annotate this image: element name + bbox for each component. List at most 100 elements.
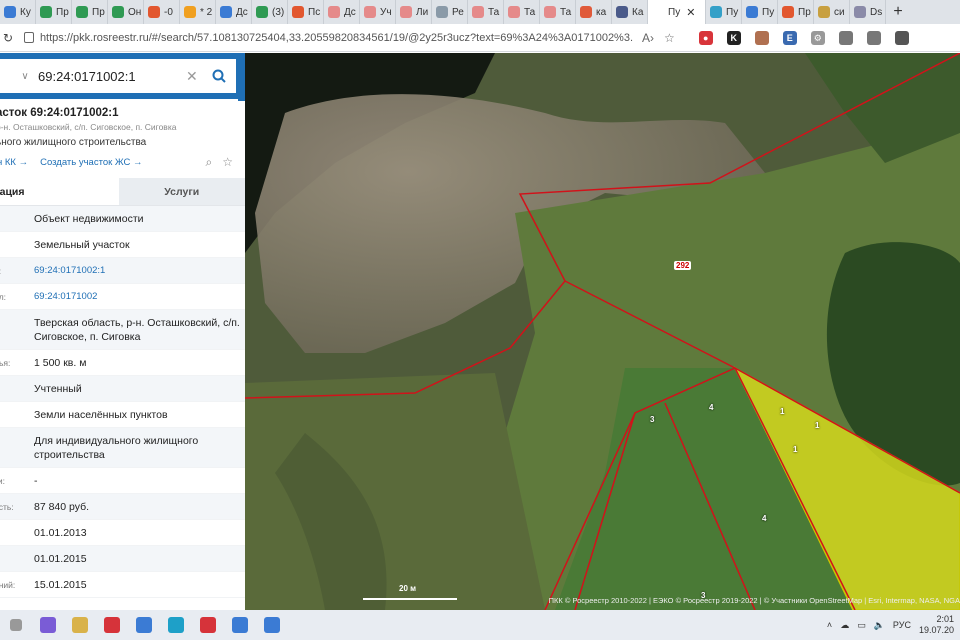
language-indicator[interactable]: РУС (893, 620, 911, 630)
browser-tab[interactable]: Та (504, 0, 540, 24)
bookmark-star-icon[interactable]: ☆ (222, 155, 233, 170)
search-bar: ∨ 69:24:0171002:1 ✕ (0, 53, 245, 99)
attribute-value: 87 840 руб. (34, 500, 90, 513)
browser-tab[interactable]: Пу (706, 0, 742, 24)
browser-tab[interactable]: * 2 (180, 0, 216, 24)
attribute-row: р:69:24:0171002:1 (0, 258, 245, 284)
browser-tab[interactable]: Пу ✕ (648, 0, 706, 24)
browser-tab[interactable]: си (814, 0, 850, 24)
attribute-row: Учтенный (0, 376, 245, 402)
browser-tab[interactable]: Дс (216, 0, 252, 24)
clock-date: 19.07.20 (918, 625, 954, 635)
parcel-number-label[interactable]: 4 (762, 514, 766, 523)
browser-tab[interactable]: Пр (778, 0, 814, 24)
extension-puzzle-icon[interactable]: ⚙ (810, 30, 825, 45)
browser-tab[interactable]: -0 (144, 0, 180, 24)
cloud-icon[interactable]: ☁ (840, 620, 849, 631)
tab-favicon-icon (40, 6, 52, 18)
url-field[interactable]: https://pkk.rosreestr.ru/#/search/57.108… (24, 27, 634, 49)
browser-tab[interactable]: Дс (324, 0, 360, 24)
reload-icon[interactable]: ↻ (0, 31, 16, 45)
zoom-to-object-icon[interactable]: ⌕ (206, 155, 213, 170)
browser-tab[interactable]: Уч (360, 0, 396, 24)
tab-favicon-icon (580, 6, 592, 18)
parcel-number-label[interactable]: 3 (650, 415, 654, 424)
scale-bar (363, 598, 457, 600)
attribute-link[interactable]: 69:24:0171002 (34, 290, 245, 304)
tab-favicon-icon (746, 6, 758, 18)
browser-tab[interactable]: Ре (432, 0, 468, 24)
extension-k-icon[interactable]: K (726, 30, 741, 45)
browser-tab[interactable]: Ли (396, 0, 432, 24)
read-aloud-icon[interactable]: A› (642, 31, 654, 45)
taskbar-app-icon (72, 617, 88, 633)
attribute-value: Для индивидуального жилищного строительс… (34, 434, 199, 461)
clock[interactable]: 2:01 19.07.20 (919, 614, 954, 636)
taskbar-app[interactable] (96, 610, 128, 640)
tab-title: -0 (164, 6, 173, 18)
taskbar-app[interactable] (128, 610, 160, 640)
extension-profile-icon[interactable] (894, 30, 909, 45)
create-parcel-link[interactable]: Создать участок ЖС → (40, 157, 142, 168)
taskbar-app[interactable] (32, 610, 64, 640)
browser-tab[interactable]: Он (108, 0, 144, 24)
extension-tabs-icon[interactable] (838, 30, 853, 45)
browser-tab[interactable]: Пу (742, 0, 778, 24)
start-button[interactable] (0, 610, 32, 640)
taskbar-app[interactable] (160, 610, 192, 640)
taskbar-app[interactable] (224, 610, 256, 640)
favorite-star-icon[interactable]: ☆ (664, 31, 675, 45)
browser-tab[interactable]: Ка (612, 0, 648, 24)
address-bar: ↻ https://pkk.rosreestr.ru/#/search/57.1… (0, 24, 960, 52)
tab-title: Пу (668, 6, 681, 18)
parcel-number-label[interactable]: 4 (709, 403, 713, 412)
attribute-row: 01.01.2013 (0, 520, 245, 546)
browser-tab[interactable]: Ds (850, 0, 886, 24)
browser-tab[interactable]: Пс (288, 0, 324, 24)
tab-title: си (834, 6, 845, 18)
map-view[interactable]: 292 3 4 1 1 1 4 3 20 м ПКК © Росреестр 2… (245, 53, 960, 610)
clear-search-icon[interactable]: ✕ (186, 68, 202, 85)
extension-e-icon[interactable]: E (782, 30, 797, 45)
attribute-row: ти: - (0, 468, 245, 494)
search-button[interactable] (202, 59, 236, 93)
tab-information[interactable]: мация (0, 178, 119, 205)
parcel-number-label[interactable]: 1 (815, 421, 819, 430)
close-tab-icon[interactable]: ✕ (686, 6, 695, 19)
browser-tab[interactable]: ка (576, 0, 612, 24)
volume-icon[interactable]: 🔈 (874, 620, 885, 631)
browser-tab[interactable]: Ку (0, 0, 36, 24)
extension-red-icon[interactable]: ● (698, 30, 713, 45)
taskbar-app[interactable] (192, 610, 224, 640)
object-address: р-н. Осташковский, с/п. Сиговское, п. Си… (0, 122, 177, 132)
taskbar-app-icon (264, 617, 280, 633)
parcel-number-label[interactable]: 292 (674, 261, 692, 270)
taskbar-app[interactable] (256, 610, 288, 640)
network-icon[interactable]: ▭ (857, 620, 866, 631)
extension-collections-icon[interactable] (866, 30, 881, 45)
collapse-panel-button[interactable]: ‹ (238, 55, 245, 101)
browser-tab[interactable]: Пр (36, 0, 72, 24)
new-tab-button[interactable]: + (886, 3, 910, 21)
attribute-value: Учтенный (34, 382, 82, 395)
search-type-chevron-icon[interactable]: ∨ (14, 71, 36, 82)
browser-tab[interactable]: (3) (252, 0, 288, 24)
tab-title: (3) (272, 6, 285, 18)
search-input[interactable]: 69:24:0171002:1 (36, 69, 186, 84)
parcel-number-label[interactable]: 1 (780, 407, 784, 416)
tab-favicon-icon (400, 6, 412, 18)
browser-tab[interactable]: Пр (72, 0, 108, 24)
browser-tab[interactable]: Та (468, 0, 504, 24)
tab-title: Пс (308, 6, 321, 18)
tab-favicon-icon (544, 6, 556, 18)
taskbar-app[interactable] (64, 610, 96, 640)
kk-link[interactable]: н КК → (0, 157, 28, 168)
attribute-row: дья: 1 500 кв. м (0, 350, 245, 376)
attribute-link[interactable]: 69:24:0171002:1 (34, 264, 245, 278)
tab-services[interactable]: Услуги (118, 178, 245, 205)
attribute-value: Тверская область, р-н. Осташковский, с/п… (34, 316, 240, 343)
parcel-number-label[interactable]: 1 (793, 445, 797, 454)
extension-avatar-icon[interactable] (754, 30, 769, 45)
tray-chevron-icon[interactable]: ˄ (827, 620, 832, 630)
browser-tab[interactable]: Та (540, 0, 576, 24)
